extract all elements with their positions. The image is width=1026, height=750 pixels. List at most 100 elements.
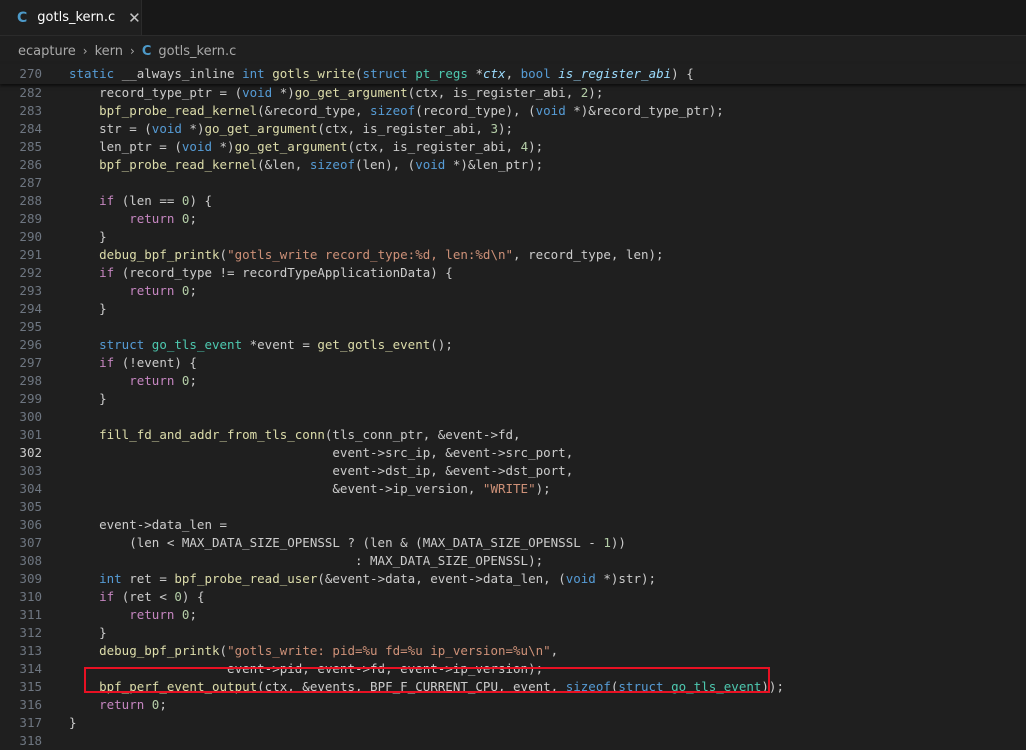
code-token: 4 bbox=[520, 139, 529, 154]
code-line[interactable]: 292 if (record_type != recordTypeApplica… bbox=[0, 264, 1026, 282]
code-line[interactable]: 286 bpf_probe_read_kernel(&len, sizeof(l… bbox=[0, 156, 1026, 174]
code-token: go_get_argument bbox=[234, 139, 348, 154]
code-line[interactable]: 295 bbox=[0, 318, 1026, 336]
line-number: 294 bbox=[19, 301, 42, 316]
code-token: *)str); bbox=[595, 571, 657, 586]
code-line[interactable]: 303 event->dst_ip, &event->dst_port, bbox=[0, 462, 1026, 480]
line-number: 270 bbox=[19, 66, 42, 81]
code-line[interactable]: 317} bbox=[0, 714, 1026, 732]
code-line[interactable]: 282 record_type_ptr = (void *)go_get_arg… bbox=[0, 84, 1026, 102]
code-text: return 0; bbox=[69, 696, 167, 714]
code-line[interactable]: 313 debug_bpf_printk("gotls_write: pid=%… bbox=[0, 642, 1026, 660]
code-line[interactable]: 308 : MAX_DATA_SIZE_OPENSSL); bbox=[0, 552, 1026, 570]
code-line[interactable]: 304 &event->ip_version, "WRITE"); bbox=[0, 480, 1026, 498]
annotation-highlight-box bbox=[84, 667, 770, 693]
code-token: (&record_type, bbox=[257, 103, 371, 118]
code-token: ctx bbox=[482, 66, 506, 81]
code-line[interactable]: 291 debug_bpf_printk("gotls_write record… bbox=[0, 246, 1026, 264]
code-token: } bbox=[69, 625, 107, 640]
code-line[interactable]: 305 bbox=[0, 498, 1026, 516]
line-number: 300 bbox=[19, 409, 42, 424]
code-line[interactable]: 307 (len < MAX_DATA_SIZE_OPENSSL ? (len … bbox=[0, 534, 1026, 552]
code-text: : MAX_DATA_SIZE_OPENSSL); bbox=[69, 552, 543, 570]
code-line[interactable]: 301 fill_fd_and_addr_from_tls_conn(tls_c… bbox=[0, 426, 1026, 444]
code-token: ( bbox=[219, 643, 228, 658]
line-number: 303 bbox=[19, 463, 42, 478]
code-token: pt_regs bbox=[415, 66, 476, 81]
code-token: ret = bbox=[121, 571, 175, 586]
line-number: 285 bbox=[19, 139, 42, 154]
code-line[interactable]: 299 } bbox=[0, 390, 1026, 408]
code-token: (len == bbox=[114, 193, 182, 208]
code-token: ) { bbox=[181, 589, 205, 604]
code-line[interactable]: 306 event->data_len = bbox=[0, 516, 1026, 534]
code-token: : MAX_DATA_SIZE_OPENSSL); bbox=[69, 553, 544, 568]
code-line[interactable]: 285 len_ptr = (void *)go_get_argument(ct… bbox=[0, 138, 1026, 156]
code-line[interactable]: 289 return 0; bbox=[0, 210, 1026, 228]
code-token: ( bbox=[219, 247, 228, 262]
code-token: static bbox=[69, 66, 122, 81]
code-line[interactable]: 293 return 0; bbox=[0, 282, 1026, 300]
code-token: *) bbox=[272, 85, 295, 100]
line-number: 302 bbox=[19, 445, 42, 460]
code-token: bpf_probe_read_kernel bbox=[99, 157, 258, 172]
close-icon[interactable]: ✕ bbox=[128, 9, 141, 27]
code-token: "WRITE" bbox=[482, 481, 536, 496]
code-line[interactable]: 316 return 0; bbox=[0, 696, 1026, 714]
code-token: event->dst_ip, &event->dst_port, bbox=[69, 463, 574, 478]
code-token: , bbox=[505, 66, 521, 81]
line-number: 308 bbox=[19, 553, 42, 568]
code-line[interactable]: 318 bbox=[0, 732, 1026, 750]
line-number: 289 bbox=[19, 211, 42, 226]
code-text: if (record_type != recordTypeApplication… bbox=[69, 264, 453, 282]
line-number: 291 bbox=[19, 247, 42, 262]
code-line[interactable]: 309 int ret = bpf_probe_read_user(&event… bbox=[0, 570, 1026, 588]
code-token: 0 bbox=[174, 589, 182, 604]
line-number: 298 bbox=[19, 373, 42, 388]
code-line[interactable]: 296 struct go_tls_event *event = get_got… bbox=[0, 336, 1026, 354]
breadcrumb-item-file[interactable]: gotls_kern.c bbox=[158, 44, 236, 59]
c-file-icon: C bbox=[17, 9, 28, 26]
code-line[interactable]: 287 bbox=[0, 174, 1026, 192]
code-token: struct bbox=[362, 66, 416, 81]
code-token: void bbox=[535, 103, 566, 118]
tab-gotls-kern[interactable]: C gotls_kern.c ✕ bbox=[0, 0, 142, 35]
code-token: return bbox=[129, 373, 175, 388]
editor-tab-bar: C gotls_kern.c ✕ bbox=[0, 0, 1026, 36]
code-line[interactable]: 298 return 0; bbox=[0, 372, 1026, 390]
code-line[interactable]: 310 if (ret < 0) { bbox=[0, 588, 1026, 606]
code-line[interactable]: 297 if (!event) { bbox=[0, 354, 1026, 372]
code-line[interactable]: 302 event->src_ip, &event->src_port, bbox=[0, 444, 1026, 462]
sticky-scroll-header[interactable]: 270 static __always_inline int gotls_wri… bbox=[0, 64, 1026, 84]
code-line[interactable]: 312 } bbox=[0, 624, 1026, 642]
code-text: event->data_len = bbox=[69, 516, 227, 534]
breadcrumb-item-kern[interactable]: kern bbox=[95, 44, 123, 59]
code-text: record_type_ptr = (void *)go_get_argumen… bbox=[69, 84, 603, 102]
code-line[interactable]: 284 str = (void *)go_get_argument(ctx, i… bbox=[0, 120, 1026, 138]
code-line[interactable]: 294 } bbox=[0, 300, 1026, 318]
code-token: )) bbox=[610, 535, 626, 550]
code-token: record_type_ptr = ( bbox=[69, 85, 243, 100]
code-token: (ctx, is_register_abi, bbox=[347, 139, 521, 154]
code-editor[interactable]: 270 static __always_inline int gotls_wri… bbox=[0, 64, 1026, 748]
code-line[interactable]: 300 bbox=[0, 408, 1026, 426]
code-line[interactable]: 283 bpf_probe_read_kernel(&record_type, … bbox=[0, 102, 1026, 120]
code-token: (&len, bbox=[257, 157, 310, 172]
code-text: return 0; bbox=[69, 372, 197, 390]
code-line[interactable]: 288 if (len == 0) { bbox=[0, 192, 1026, 210]
code-text: return 0; bbox=[69, 606, 197, 624]
breadcrumb-item-ecapture[interactable]: ecapture bbox=[18, 44, 76, 59]
code-token: void bbox=[242, 85, 273, 100]
code-text: debug_bpf_printk("gotls_write: pid=%u fd… bbox=[69, 642, 558, 660]
code-line[interactable]: 311 return 0; bbox=[0, 606, 1026, 624]
line-number: 299 bbox=[19, 391, 42, 406]
code-line[interactable]: 290 } bbox=[0, 228, 1026, 246]
line-number: 286 bbox=[19, 157, 42, 172]
